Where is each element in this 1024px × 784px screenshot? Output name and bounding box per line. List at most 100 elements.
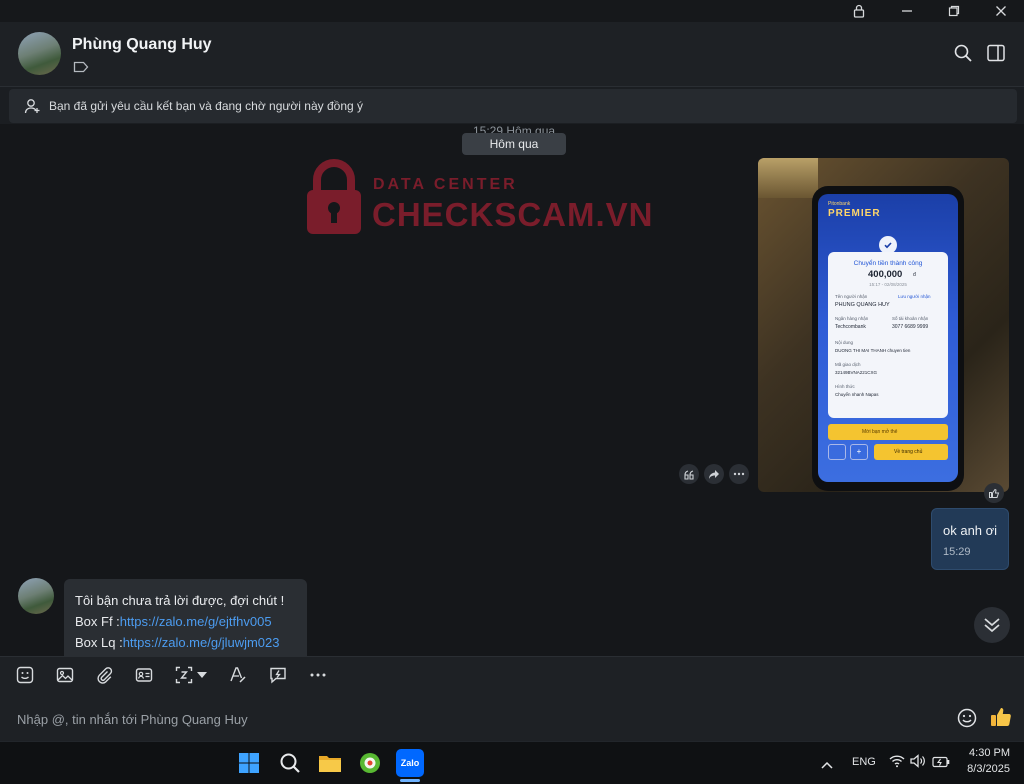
image-icon xyxy=(56,667,74,683)
contact-name[interactable]: Phùng Quang Huy xyxy=(72,36,212,54)
watermark-lock-icon xyxy=(305,158,363,241)
add-friend-icon xyxy=(24,98,40,113)
outgoing-message[interactable]: ok anh ơi 15:29 xyxy=(931,508,1009,570)
contact-card-button[interactable] xyxy=(132,663,156,687)
receipt-datetime: 15:17 - 02/08/2025 xyxy=(869,282,907,287)
zalo-label: Zalo xyxy=(400,758,420,768)
receipt-amount: 400,000 xyxy=(868,269,903,280)
react-like-button[interactable] xyxy=(984,483,1004,503)
box-ff-link[interactable]: https://zalo.me/g/ejtfhv005 xyxy=(120,614,272,629)
zalo-taskbar-button[interactable]: Zalo xyxy=(396,749,424,777)
start-button[interactable] xyxy=(235,749,263,777)
receipt-content: DUONG THI MAI THANH chuyen tien xyxy=(835,348,911,353)
outgoing-message-text: ok anh ơi xyxy=(943,523,998,538)
input-language[interactable]: ENG xyxy=(852,756,876,768)
app-icon xyxy=(360,753,380,773)
show-hidden-icons-button[interactable] xyxy=(821,756,833,774)
date-separator: Hôm qua xyxy=(462,133,566,155)
receipt-currency: đ xyxy=(913,272,916,278)
taskbar-app-button[interactable] xyxy=(356,749,384,777)
receipt-method: Chuyển nhanh Napas xyxy=(835,392,879,397)
screenshot-button[interactable] xyxy=(172,663,196,687)
lock-button[interactable] xyxy=(836,0,882,22)
emoji-button[interactable] xyxy=(956,707,978,729)
sender-avatar[interactable] xyxy=(18,578,54,614)
receipt-account-label: Số tài khoản nhận xyxy=(892,316,929,321)
contact-avatar[interactable] xyxy=(18,32,61,75)
watermark-line1: DATA CENTER xyxy=(373,176,518,193)
contact-card-icon xyxy=(135,668,153,682)
receipt-account-number: 3077 6689 9999 xyxy=(892,324,929,330)
thumbs-up-icon xyxy=(991,708,1011,726)
battery-icon xyxy=(932,756,950,768)
receipt-txn-code: 32149BVNA221CXG xyxy=(835,370,878,375)
minimize-button[interactable] xyxy=(884,0,930,22)
tag-button[interactable] xyxy=(73,60,89,78)
receipt-status: Chuyển tiền thành công xyxy=(853,260,923,267)
close-button[interactable] xyxy=(978,0,1024,22)
receipt-plus-icon: + xyxy=(850,444,868,460)
incoming-line1: Tôi bận chưa trả lời được, đợi chút ! xyxy=(75,593,285,608)
caret-down-icon xyxy=(197,672,207,678)
quote-button[interactable] xyxy=(679,464,699,484)
search-button[interactable] xyxy=(953,43,973,63)
more-actions-button[interactable] xyxy=(729,464,749,484)
chevron-double-down-icon xyxy=(984,618,1000,633)
volume-status[interactable] xyxy=(910,754,926,773)
receipt-bank-label: Ngân hàng nhận xyxy=(835,316,869,321)
quote-icon xyxy=(683,469,694,480)
like-icon xyxy=(989,488,1000,498)
file-explorer-button[interactable] xyxy=(316,749,344,777)
send-like-button[interactable] xyxy=(989,705,1013,729)
more-icon xyxy=(733,472,745,476)
screenshot-options-button[interactable] xyxy=(195,663,209,687)
photo-phone-screen: Pitonbank PREMIER Chuyển tiền thành công… xyxy=(818,194,958,482)
volume-icon xyxy=(910,754,925,768)
outgoing-message-time: 15:29 xyxy=(943,546,971,558)
toggle-panel-button[interactable] xyxy=(986,43,1006,63)
taskbar-search-button[interactable] xyxy=(276,749,304,777)
forward-icon xyxy=(709,469,719,479)
active-app-indicator xyxy=(400,779,420,782)
box-ff-label: Box Ff : xyxy=(75,614,120,629)
receipt-brand: PREMIER xyxy=(828,208,881,219)
sticker-button[interactable] xyxy=(13,663,37,687)
scroll-to-bottom-button[interactable] xyxy=(974,607,1010,643)
clock-time[interactable]: 4:30 PM xyxy=(960,747,1010,759)
minimize-icon xyxy=(902,10,912,12)
photo-phone: Pitonbank PREMIER Chuyển tiền thành công… xyxy=(812,186,964,491)
lock-icon xyxy=(853,4,865,18)
screenshot-icon xyxy=(175,666,193,684)
wifi-icon xyxy=(889,755,905,768)
message-input[interactable] xyxy=(15,706,939,732)
box-lq-link[interactable]: https://zalo.me/g/jluwjm023 xyxy=(123,635,280,650)
receipt-home-text: Về trang chủ xyxy=(894,449,923,455)
text-format-icon xyxy=(230,667,246,683)
sticker-icon xyxy=(16,666,34,684)
receipt-card: Chuyển tiền thành công 400,000 đ 15:17 -… xyxy=(828,252,948,418)
conversation-header xyxy=(0,22,1024,87)
restore-icon xyxy=(948,5,960,17)
photo-background-object xyxy=(758,158,818,198)
text-format-button[interactable] xyxy=(226,663,250,687)
wifi-status[interactable] xyxy=(889,754,905,773)
battery-status[interactable] xyxy=(932,755,950,773)
close-icon xyxy=(996,6,1006,16)
windows-start-icon xyxy=(239,753,259,773)
restore-button[interactable] xyxy=(931,0,977,22)
friend-request-notice: Bạn đã gửi yêu cầu kết bạn và đang chờ n… xyxy=(9,89,1017,123)
receipt-txn-label: Mã giao dịch xyxy=(835,362,861,367)
more-tools-button[interactable] xyxy=(306,663,330,687)
quick-message-button[interactable] xyxy=(266,663,290,687)
receipt-bank-name: Techcombank xyxy=(835,324,866,330)
chevron-up-icon xyxy=(821,761,833,769)
receipt-banner-text: Mời bạn mở thẻ xyxy=(862,429,898,435)
forward-button[interactable] xyxy=(704,464,724,484)
receipt-home-button: Về trang chủ xyxy=(874,444,948,460)
image-button[interactable] xyxy=(53,663,77,687)
attach-file-button[interactable] xyxy=(92,663,116,687)
receipt-receiver-label: Tên người nhận xyxy=(835,294,868,299)
clock-date[interactable]: 8/3/2025 xyxy=(960,763,1010,775)
photo-message[interactable]: Pitonbank PREMIER Chuyển tiền thành công… xyxy=(758,158,1009,492)
receipt-content-label: Nội dung xyxy=(835,340,854,345)
